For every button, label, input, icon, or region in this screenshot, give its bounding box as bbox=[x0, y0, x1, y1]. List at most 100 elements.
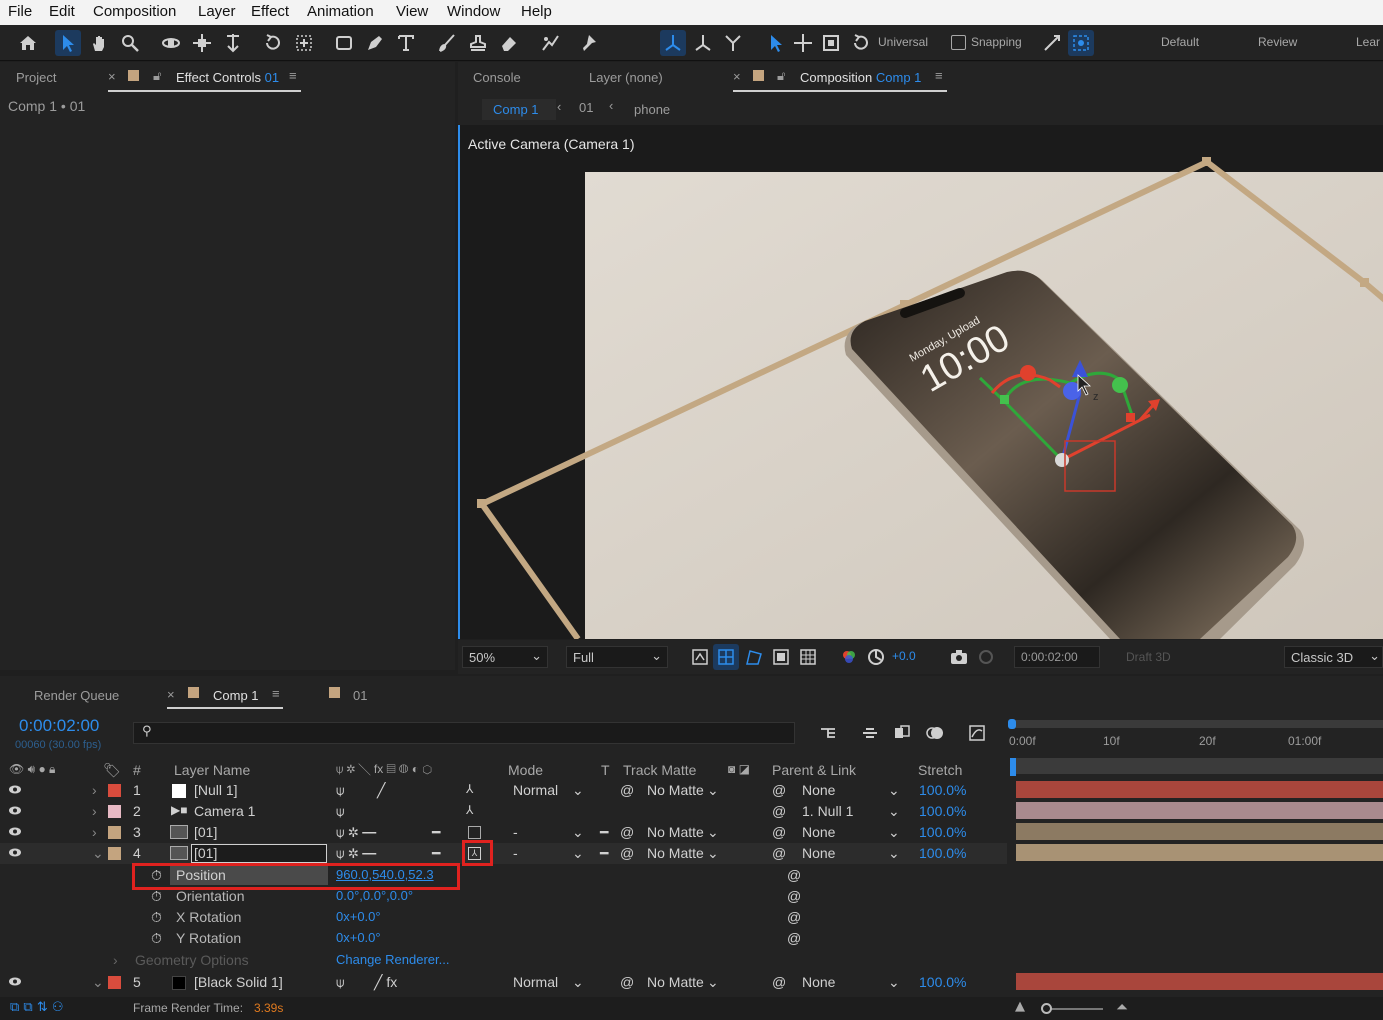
layer-row-5[interactable]: ⌄ 5 [Black Solid 1] ⍦ ╱ fx Normal ⌄ @ No… bbox=[0, 972, 1007, 993]
stopwatch-icon[interactable]: ⏱︎ bbox=[151, 888, 162, 905]
close-icon[interactable]: × bbox=[108, 69, 116, 84]
parent-pickwhip-icon[interactable]: @ bbox=[772, 803, 786, 819]
shy-switch-icon[interactable]: ⍦ bbox=[336, 782, 344, 799]
parent-pickwhip-icon[interactable]: @ bbox=[772, 782, 786, 798]
menu-view[interactable]: View bbox=[396, 3, 428, 20]
composition-mini-flowchart-icon[interactable] bbox=[815, 720, 841, 746]
eraser-tool-icon[interactable] bbox=[496, 30, 522, 56]
layer-bar-1[interactable] bbox=[1016, 781, 1383, 798]
panel-menu-icon[interactable]: ≡ bbox=[289, 68, 297, 83]
orientation-value[interactable]: 0.0°,0.0°,0.0° bbox=[336, 888, 413, 903]
menu-file[interactable]: File bbox=[8, 3, 32, 20]
gizmo-toggle-icon[interactable] bbox=[1068, 30, 1094, 56]
scale-tool-icon[interactable] bbox=[818, 30, 844, 56]
matte-pickwhip-icon[interactable]: @ bbox=[620, 845, 634, 861]
rotation-tool-icon[interactable] bbox=[260, 30, 286, 56]
stretch-value[interactable]: 100.0% bbox=[919, 782, 966, 798]
parent-pickwhip-icon[interactable]: @ bbox=[772, 824, 786, 840]
exposure-value[interactable]: +0.0 bbox=[892, 649, 916, 663]
view-axis-icon[interactable] bbox=[720, 30, 746, 56]
chevron-down-icon[interactable]: ⌄ bbox=[572, 845, 584, 862]
layer-row-4-selected[interactable]: ⌄ 4 [01] ⍦ ✲ ━ ━ ⅄ - ⌄ ━ @ No Matte ⌄ @ … bbox=[0, 840, 1007, 866]
3d-layer-icon[interactable]: ⅄ bbox=[466, 782, 473, 796]
chevron-down-icon[interactable]: ⌄ bbox=[572, 824, 584, 841]
parent-dropdown[interactable]: None bbox=[802, 845, 835, 861]
grid-guides-icon[interactable] bbox=[795, 644, 821, 670]
expression-pickwhip-icon[interactable]: @ bbox=[787, 867, 801, 883]
fx-switch-icon[interactable]: ╱ fx bbox=[374, 974, 397, 991]
expand-chevron-icon[interactable]: › bbox=[92, 782, 97, 798]
clone-stamp-icon[interactable] bbox=[465, 30, 491, 56]
shy-layers-icon[interactable] bbox=[857, 720, 883, 746]
local-axis-icon[interactable] bbox=[660, 30, 686, 56]
property-row-x-rotation[interactable]: ⏱︎ X Rotation 0x+0.0° @ bbox=[0, 907, 1007, 928]
zoom-dropdown[interactable]: 50% ⌄ bbox=[462, 646, 548, 668]
shy-switch-icon[interactable]: ⍦ bbox=[336, 803, 344, 820]
track-matte-dropdown[interactable]: No Matte bbox=[647, 824, 704, 840]
layer-row-2[interactable]: › 2 ▶■ Camera 1 ⍦ ⅄ @ 1. Null 1 ⌄ 100.0% bbox=[0, 801, 1007, 822]
tab-project[interactable]: Project bbox=[16, 70, 56, 85]
layer-name[interactable]: [Black Solid 1] bbox=[194, 974, 283, 990]
track-matte-dropdown[interactable]: No Matte bbox=[647, 974, 704, 990]
selection-tool-icon[interactable] bbox=[55, 30, 81, 56]
expand-chevron-icon[interactable]: › bbox=[113, 952, 118, 968]
stopwatch-icon[interactable]: ⏱︎ bbox=[151, 909, 162, 926]
eye-icon[interactable] bbox=[8, 785, 22, 794]
layer-name[interactable]: Camera 1 bbox=[194, 803, 255, 819]
chevron-down-icon[interactable]: ⌄ bbox=[707, 824, 719, 841]
menu-edit[interactable]: Edit bbox=[49, 3, 75, 20]
layer-row-1[interactable]: › 1 [Null 1] ⍦ ╱ ⅄ Normal ⌄ @ No Matte ⌄… bbox=[0, 780, 1007, 801]
3d-layer-checkbox[interactable] bbox=[468, 826, 481, 839]
corner-handle[interactable] bbox=[477, 499, 486, 508]
shy-switch-icon[interactable]: ⍦ ✲ ━ bbox=[336, 845, 376, 862]
3d-layer-icon[interactable]: ⅄ bbox=[466, 803, 473, 817]
mode-dropdown[interactable]: - bbox=[513, 845, 518, 861]
layer-bar-5[interactable] bbox=[1016, 973, 1383, 990]
zoom-slider-knob[interactable] bbox=[1041, 1003, 1052, 1014]
layer-name-header[interactable]: Layer Name bbox=[174, 762, 250, 778]
hand-tool-icon[interactable] bbox=[86, 30, 112, 56]
move-tool-icon[interactable] bbox=[790, 30, 816, 56]
parent-pickwhip-icon[interactable]: @ bbox=[772, 974, 786, 990]
preserve-transparency-switch[interactable]: ━ bbox=[600, 845, 608, 862]
lock-icon[interactable]: 🔓︎ bbox=[777, 68, 785, 84]
rectangle-tool-icon[interactable] bbox=[331, 30, 357, 56]
channels-icon[interactable] bbox=[836, 644, 862, 670]
stretch-value[interactable]: 100.0% bbox=[919, 974, 966, 990]
menu-layer[interactable]: Layer bbox=[198, 3, 236, 20]
workspace-learn[interactable]: Lear bbox=[1356, 35, 1380, 49]
frame-blend-switch[interactable]: ━ bbox=[432, 824, 440, 841]
rotate-tool-icon[interactable] bbox=[848, 30, 874, 56]
layer-bar-4[interactable] bbox=[1016, 844, 1383, 861]
draft-3d-toggle[interactable]: Draft 3D bbox=[1126, 650, 1171, 664]
property-row-geometry[interactable]: › Geometry Options Change Renderer... bbox=[0, 950, 1007, 971]
chevron-down-icon[interactable]: ⌄ bbox=[572, 974, 584, 991]
puppet-pin-icon[interactable] bbox=[575, 30, 601, 56]
pan-behind-icon[interactable] bbox=[291, 30, 317, 56]
menu-help[interactable]: Help bbox=[521, 3, 552, 20]
y-rotation-value[interactable]: 0x+0.0° bbox=[336, 930, 381, 945]
region-of-interest-icon[interactable] bbox=[768, 644, 794, 670]
current-time-field[interactable]: 0:00:02:00 bbox=[1014, 646, 1100, 668]
mask-visibility-icon[interactable] bbox=[741, 644, 767, 670]
quality-switch-icon[interactable]: ╱ bbox=[377, 782, 385, 799]
layer-row-3[interactable]: › 3 [01] ⍦ ✲ ━ ━ - ⌄ ━ @ No Matte ⌄ @ No… bbox=[0, 822, 1007, 843]
work-area-start-handle[interactable] bbox=[1008, 719, 1016, 729]
layer-bar-3[interactable] bbox=[1016, 823, 1383, 840]
collapse-chevron-icon[interactable]: ⌄ bbox=[92, 974, 104, 991]
tab-composition[interactable]: Composition Comp 1 bbox=[800, 70, 921, 85]
tab-comp1[interactable]: Comp 1 bbox=[213, 688, 259, 703]
chevron-down-icon[interactable]: ⌄ bbox=[888, 782, 900, 799]
tab-console[interactable]: Console bbox=[473, 70, 521, 85]
close-icon[interactable]: × bbox=[167, 687, 175, 702]
parent-dropdown[interactable]: None bbox=[802, 974, 835, 990]
close-icon[interactable]: × bbox=[733, 69, 741, 84]
tab-render-queue[interactable]: Render Queue bbox=[34, 688, 119, 703]
show-snapshot-icon[interactable] bbox=[973, 644, 999, 670]
snapping-options-icon[interactable] bbox=[1039, 30, 1065, 56]
pan-camera-icon[interactable] bbox=[189, 30, 215, 56]
3d-layer-enabled-icon[interactable]: ⅄ bbox=[468, 847, 481, 860]
status-toggle-icons[interactable]: ⧉ ⧉ ⇅ ⚇ bbox=[10, 1000, 64, 1015]
eye-icon[interactable] bbox=[8, 977, 22, 986]
stretch-value[interactable]: 100.0% bbox=[919, 845, 966, 861]
